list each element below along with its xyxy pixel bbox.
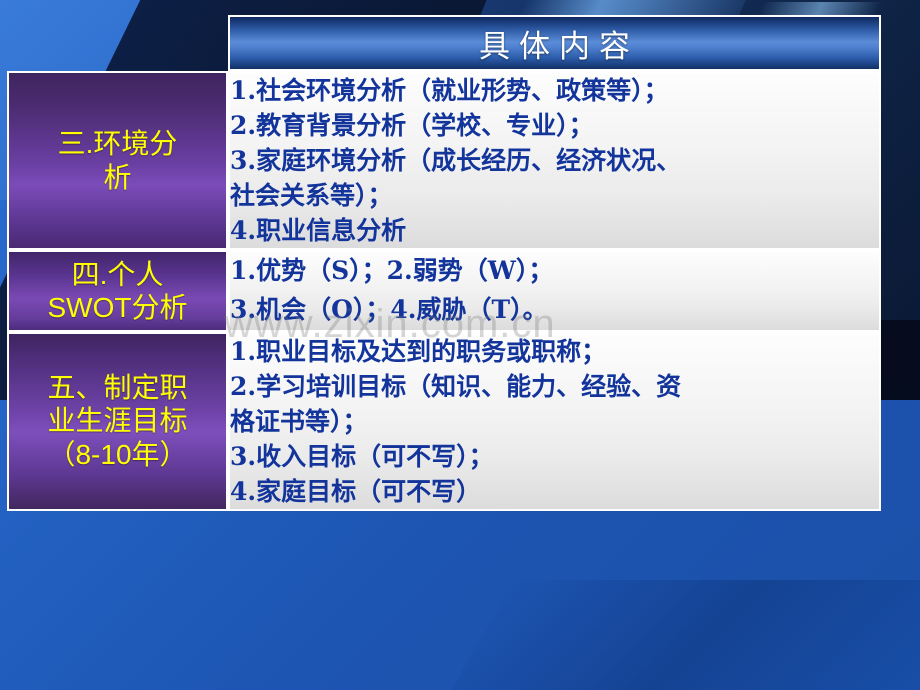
row-label-line: 四.个人 bbox=[71, 258, 164, 290]
row-content-career-goals: 1.职业目标及达到的职务或职称； 2.学习培训目标（知识、能力、经验、资 格证书… bbox=[228, 331, 881, 511]
row-label-career-goals: 五、制定职 业生涯目标 （8-10年） bbox=[7, 331, 228, 511]
content-line: 1.社会环境分析（就业形势、政策等）； bbox=[230, 76, 669, 105]
content-line: 4.职业信息分析 bbox=[230, 216, 407, 245]
table-corner-blank bbox=[7, 15, 228, 71]
content-line: 3.收入目标（可不写）； bbox=[230, 441, 494, 471]
slide-canvas: 具体内容 三.环境分 析 1.社会环境分析（就业形势、政策等）； 2.教育背景分… bbox=[0, 0, 920, 690]
content-line: 4.家庭目标（可不写） bbox=[230, 476, 482, 506]
content-line: 3.机会（O）；4.威胁（T）。 bbox=[230, 294, 548, 324]
career-plan-table: 具体内容 三.环境分 析 1.社会环境分析（就业形势、政策等）； 2.教育背景分… bbox=[7, 15, 881, 511]
row-label-environment-analysis: 三.环境分 析 bbox=[7, 71, 228, 250]
content-line: 1.优势（S）；2.弱势（W）； bbox=[230, 256, 554, 285]
content-line: 2.学习培训目标（知识、能力、经验、资 bbox=[230, 371, 682, 401]
content-line: 3.家庭环境分析（成长经历、经济状况、 bbox=[230, 146, 682, 175]
content-line: 2.教育背景分析（学校、专业）； bbox=[230, 111, 594, 140]
row-label-line: 业生涯目标 bbox=[47, 405, 188, 437]
row-label-line: 析 bbox=[103, 161, 132, 193]
row-content-environment-analysis: 1.社会环境分析（就业形势、政策等）； 2.教育背景分析（学校、专业）； 3.家… bbox=[228, 71, 881, 250]
background-light-streak-secondary bbox=[756, 2, 884, 16]
table-row: 四.个人 SWOT分析 1.优势（S）；2.弱势（W）； 3.机会（O）；4.威… bbox=[7, 250, 881, 332]
table-row: 三.环境分 析 1.社会环境分析（就业形势、政策等）； 2.教育背景分析（学校、… bbox=[7, 71, 881, 250]
row-label-personal-swot: 四.个人 SWOT分析 bbox=[7, 250, 228, 332]
row-content-personal-swot: 1.优势（S）；2.弱势（W）； 3.机会（O）；4.威胁（T）。 bbox=[228, 250, 881, 332]
table-row: 五、制定职 业生涯目标 （8-10年） 1.职业目标及达到的职务或职称； 2.学… bbox=[7, 331, 881, 511]
row-label-line: SWOT分析 bbox=[47, 291, 188, 323]
content-line: 1.职业目标及达到的职务或职称； bbox=[230, 336, 607, 366]
row-label-line: 三.环境分 bbox=[57, 128, 178, 160]
content-line: 社会关系等）； bbox=[230, 181, 393, 210]
table-header-row: 具体内容 bbox=[7, 15, 881, 71]
background-bottom-wedge bbox=[445, 580, 920, 690]
content-line: 格证书等）； bbox=[230, 406, 368, 436]
row-label-line: 五、制定职 bbox=[47, 372, 188, 404]
row-label-line: （8-10年） bbox=[47, 438, 188, 470]
table-header-title: 具体内容 bbox=[228, 15, 881, 71]
